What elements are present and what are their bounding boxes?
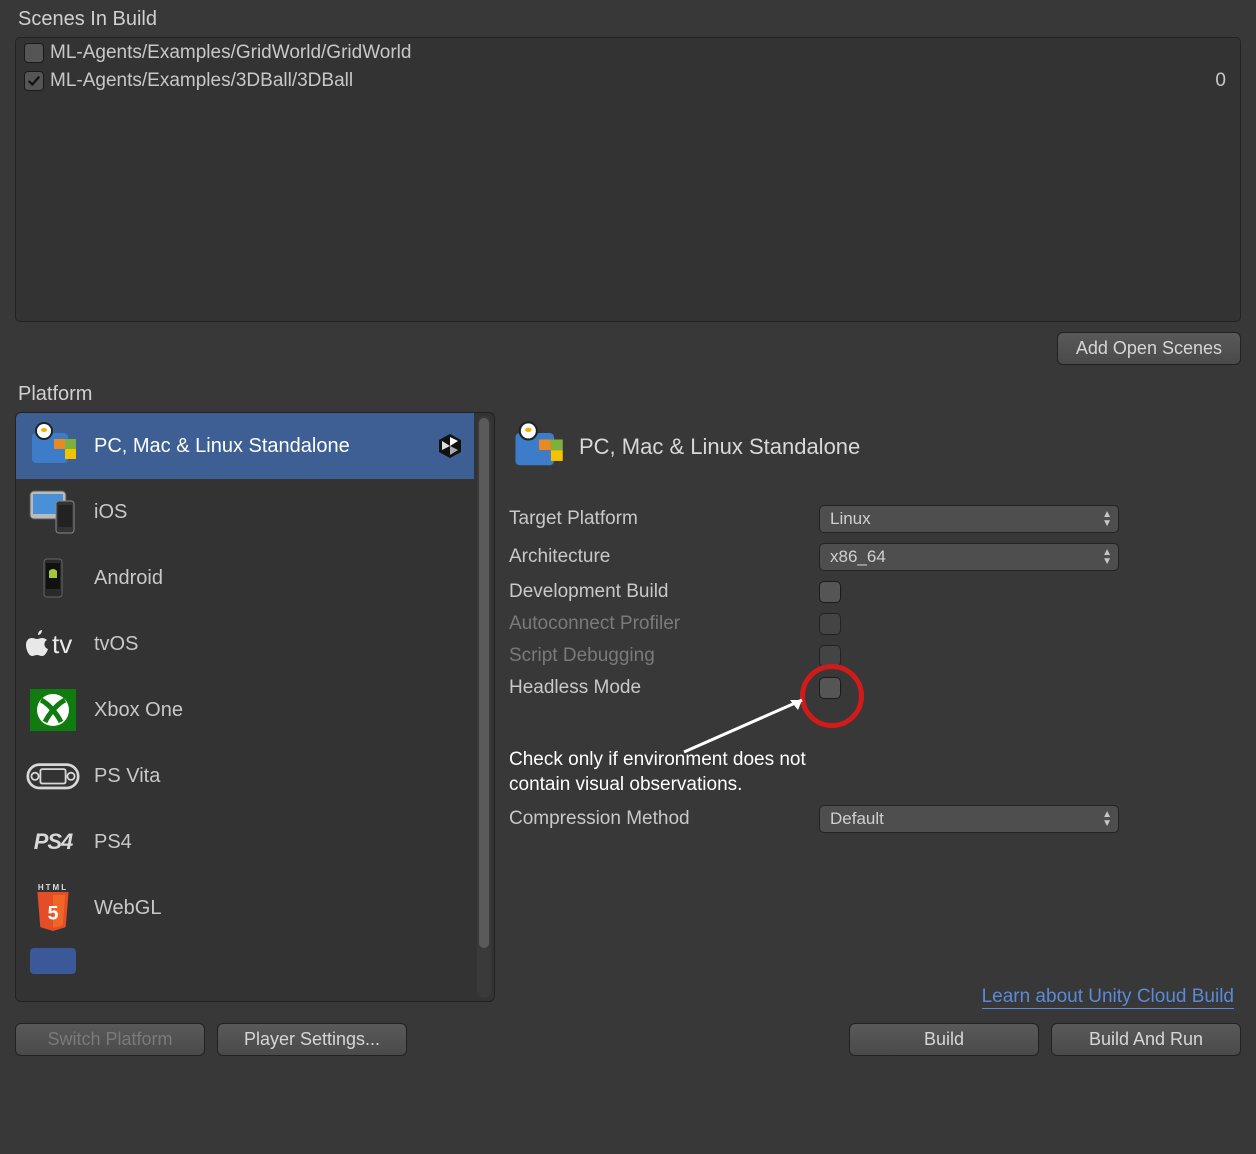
android-icon xyxy=(26,551,80,605)
platform-label: WebGL xyxy=(94,897,464,920)
platform-label: Xbox One xyxy=(94,699,464,722)
ios-icon xyxy=(26,485,80,539)
platform-header: Platform xyxy=(0,375,1256,412)
updown-icon: ▲▼ xyxy=(1102,510,1112,528)
platform-label: Android xyxy=(94,567,464,590)
platform-list: PC, Mac & Linux Standalone iOS xyxy=(15,412,495,1002)
platform-icon xyxy=(26,944,80,974)
build-button[interactable]: Build xyxy=(849,1023,1039,1056)
unity-icon xyxy=(436,432,464,460)
platform-item-ios[interactable]: iOS xyxy=(16,479,474,545)
select-value: Linux xyxy=(830,509,871,529)
ps4-icon: PS4 xyxy=(26,815,80,869)
platform-item-tvos[interactable]: tv tvOS xyxy=(16,611,474,677)
architecture-label: Architecture xyxy=(509,546,819,568)
scene-path: ML-Agents/Examples/GridWorld/GridWorld xyxy=(50,42,1226,64)
xbox-icon xyxy=(26,683,80,737)
html5-icon: HTML 5 xyxy=(26,881,80,935)
scenes-list: ML-Agents/Examples/GridWorld/GridWorld M… xyxy=(15,37,1241,322)
platform-scrollbar[interactable] xyxy=(477,416,491,998)
target-platform-select[interactable]: Linux ▲▼ xyxy=(819,505,1119,533)
select-value: x86_64 xyxy=(830,547,886,567)
build-and-run-button[interactable]: Build And Run xyxy=(1051,1023,1241,1056)
scene-checkbox[interactable] xyxy=(24,43,44,63)
platform-label: tvOS xyxy=(94,633,464,656)
compression-method-label: Compression Method xyxy=(509,808,819,830)
player-settings-button[interactable]: Player Settings... xyxy=(217,1023,407,1056)
development-build-checkbox[interactable] xyxy=(819,581,841,603)
autoconnect-profiler-label: Autoconnect Profiler xyxy=(509,613,819,635)
scene-checkbox[interactable] xyxy=(24,71,44,91)
platform-label: PS4 xyxy=(94,831,464,854)
platform-item-android[interactable]: Android xyxy=(16,545,474,611)
platform-details: PC, Mac & Linux Standalone Target Platfo… xyxy=(509,412,1241,1002)
pc-mac-linux-icon xyxy=(26,419,80,473)
platform-label: iOS xyxy=(94,501,464,524)
psvita-icon xyxy=(26,749,80,803)
headless-mode-checkbox[interactable] xyxy=(819,677,841,699)
target-platform-label: Target Platform xyxy=(509,508,819,530)
select-value: Default xyxy=(830,809,884,829)
switch-platform-button: Switch Platform xyxy=(15,1023,205,1056)
architecture-select[interactable]: x86_64 ▲▼ xyxy=(819,543,1119,571)
details-title: PC, Mac & Linux Standalone xyxy=(579,434,860,460)
add-open-scenes-button[interactable]: Add Open Scenes xyxy=(1057,332,1241,365)
platform-item-webgl[interactable]: HTML 5 WebGL xyxy=(16,875,474,941)
platform-item-standalone[interactable]: PC, Mac & Linux Standalone xyxy=(16,413,474,479)
appletv-icon: tv xyxy=(26,617,80,671)
scene-row[interactable]: ML-Agents/Examples/GridWorld/GridWorld xyxy=(16,38,1240,66)
development-build-label: Development Build xyxy=(509,581,819,603)
platform-item-xboxone[interactable]: Xbox One xyxy=(16,677,474,743)
platform-item-psvita[interactable]: PS Vita xyxy=(16,743,474,809)
annotation-text: Check only if environment does not conta… xyxy=(509,748,859,797)
script-debugging-label: Script Debugging xyxy=(509,645,819,667)
compression-method-select[interactable]: Default ▲▼ xyxy=(819,805,1119,833)
headless-mode-label: Headless Mode xyxy=(509,677,819,699)
scene-row[interactable]: ML-Agents/Examples/3DBall/3DBall 0 xyxy=(16,66,1240,94)
scene-index: 0 xyxy=(1215,70,1226,92)
updown-icon: ▲▼ xyxy=(1102,548,1112,566)
platform-label: PC, Mac & Linux Standalone xyxy=(94,435,422,458)
scrollbar-thumb[interactable] xyxy=(479,418,489,948)
script-debugging-checkbox xyxy=(819,645,841,667)
scene-path: ML-Agents/Examples/3DBall/3DBall xyxy=(50,70,1215,92)
platform-label: PS Vita xyxy=(94,765,464,788)
svg-text:5: 5 xyxy=(48,902,59,924)
scenes-header: Scenes In Build xyxy=(0,0,1256,37)
updown-icon: ▲▼ xyxy=(1102,810,1112,828)
pc-mac-linux-icon xyxy=(509,418,567,476)
autoconnect-profiler-checkbox xyxy=(819,613,841,635)
platform-item-partial[interactable] xyxy=(16,941,474,977)
platform-item-ps4[interactable]: PS4 PS4 xyxy=(16,809,474,875)
checkmark-icon xyxy=(27,74,41,88)
